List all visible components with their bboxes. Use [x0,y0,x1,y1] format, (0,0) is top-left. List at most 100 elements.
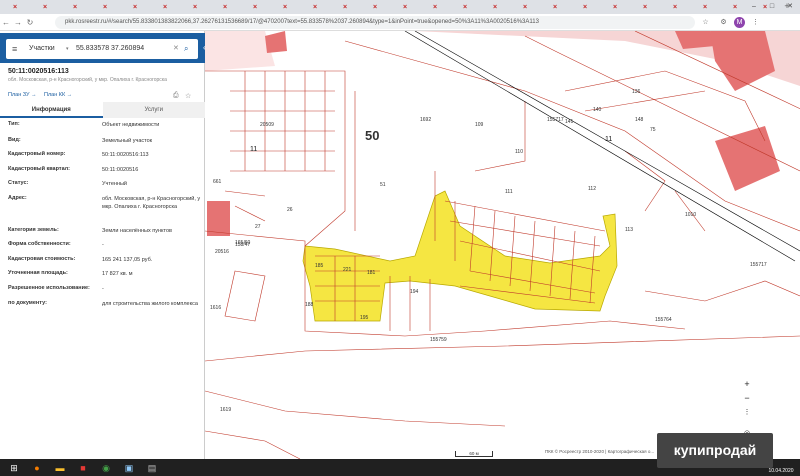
map-label: 188 [305,302,314,308]
address-bar: ← → ↻ pkk.rosreestr.ru/#/search/55.83380… [0,14,800,31]
search-icon[interactable]: ⌕ [184,39,188,59]
property-value: обл. Московская, р-н Красногорский, у мк… [102,196,201,210]
search-mode-select[interactable]: Участки [29,39,55,59]
browser-tab[interactable]: × [540,1,570,13]
browser-tab[interactable]: × [450,1,480,13]
cadastral-number-title: 50:11:0020516:113 [8,68,69,75]
property-key: Уточненная площадь: [8,270,68,276]
zoom-in-button[interactable]: + [742,379,752,389]
map-label: 20509 [260,122,274,128]
star-icon[interactable]: ☆ [700,17,711,28]
maximize-icon[interactable]: □ [763,0,781,14]
browser-tab[interactable]: × [210,1,240,13]
map-label: 11 [605,136,612,143]
browser-tab[interactable]: × [30,1,60,13]
browser-tab[interactable]: × [60,1,90,13]
url-input[interactable]: pkk.rosreestr.ru/#/search/55.83380138382… [55,16,695,29]
property-row: Статус: Учтенный [8,180,203,192]
property-value: для строительства жилого комплекса [102,301,198,307]
browser-tab[interactable]: × [120,1,150,13]
property-value-link[interactable]: 50:11:0020516:113 [102,151,202,159]
browser-tab[interactable]: × [690,1,720,13]
property-row: Вид: Земельный участок [8,137,203,149]
forward-icon[interactable]: → [12,18,24,27]
browser-tab[interactable]: × [270,1,300,13]
map-label: 194 [410,289,419,295]
property-row: Кадастровый квартал: 50:11:0020516 [8,166,203,178]
map-label: 141 [565,119,574,125]
map-label: 158/47 [235,242,251,248]
property-key: Категория земель: [8,227,59,233]
minimize-icon[interactable]: – [745,0,763,14]
property-key: по документу: [8,300,47,306]
browser-tab[interactable]: × [390,1,420,13]
property-row: Кадастровая стоимость: 165 241 137,05 руб… [8,256,203,268]
watermark: купипродай [657,433,773,468]
browser-tab[interactable]: × [90,1,120,13]
map-label: 221 [343,267,352,273]
property-row: Тип: Объект недвижимости [8,121,203,133]
plan-zu-link[interactable]: План ЗУ → [8,92,37,98]
map-label: 109 [475,122,484,128]
copyright-text: ПКК © Росреестр 2010-2020 | Картографиче… [545,449,655,454]
tab-services[interactable]: Услуги [102,102,205,118]
property-key: Статус: [8,180,29,186]
app-icon[interactable]: ▤ [143,461,161,475]
map-label: 155759 [430,337,447,343]
app-icon[interactable]: ■ [74,461,92,475]
clear-icon[interactable]: ✕ [173,39,179,59]
map-label: 27 [255,224,261,230]
browser-tab[interactable]: × [510,1,540,13]
browser-tab[interactable]: × [600,1,630,13]
browser-tab[interactable]: × [420,1,450,13]
property-row: Кадастровый номер: 50:11:0020516:113 [8,151,203,163]
chrome-icon[interactable]: ◉ [97,461,115,475]
map-label: 661 [213,179,222,185]
browser-tab[interactable]: × [150,1,180,13]
favorite-icon[interactable]: ☆ [185,92,191,100]
map-label: 155717 [750,262,767,268]
print-icon[interactable]: ⎙ [173,92,179,100]
tab-info[interactable]: Информация [0,102,103,118]
map-canvas[interactable]: 50 11 20509 11 141 51 110 111 112 113 16… [205,31,800,459]
avatar[interactable]: M [734,17,745,28]
zoom-out-button[interactable]: − [742,393,752,403]
chevron-down-icon[interactable]: ▾ [66,39,69,59]
map-label: 136 [632,89,641,95]
more-icon[interactable]: ⋮ [742,408,752,418]
search-input[interactable]: 55.833578 37.260894 [76,39,144,59]
browser-tab[interactable]: × [0,1,30,13]
browser-tab[interactable]: × [330,1,360,13]
folder-icon[interactable]: ▬ [51,461,69,475]
browser-tab[interactable]: × [570,1,600,13]
extension-icon[interactable]: ⚙ [718,17,729,28]
windows-start-icon[interactable]: ⊞ [5,461,23,475]
browser-tab-bar: × × × × × × × × × × × × × × × × × × × × × × × × × × + – □ ✕ [0,0,800,14]
back-icon[interactable]: ← [0,18,12,27]
map-label: 113 [625,227,633,233]
browser-tab[interactable]: × [360,1,390,13]
firefox-icon[interactable]: ● [28,461,46,475]
reload-icon[interactable]: ↻ [24,18,36,27]
app-icon[interactable]: ▣ [120,461,138,475]
browser-tab[interactable]: × [660,1,690,13]
property-value-link[interactable]: 50:11:0020516 [102,166,202,174]
map-label: 140 [593,107,602,113]
menu-icon[interactable]: ⋮ [750,17,761,28]
browser-tab[interactable]: × [180,1,210,13]
map-label: 11 [250,146,257,153]
browser-tab[interactable]: × [480,1,510,13]
plan-kk-link[interactable]: План КК → [44,92,72,98]
block-label: 50 [365,128,379,143]
browser-tab[interactable]: × [630,1,660,13]
map-label: 111 [505,189,513,195]
close-window-icon[interactable]: ✕ [781,0,799,14]
map-label: 75 [650,127,656,133]
plan-links: План ЗУ → План КК → ⎙ ☆ [8,92,198,102]
browser-tab[interactable]: × [240,1,270,13]
browser-tab[interactable]: × [300,1,330,13]
hamburger-icon[interactable]: ≡ [12,39,17,59]
search-box: ≡ Участки ▾ 55.833578 37.260894 ✕ ⌕ [6,39,198,59]
scale-bar: 60 м [455,451,493,457]
cadastral-map[interactable]: 50 11 20509 11 141 51 110 111 112 113 16… [205,31,800,459]
